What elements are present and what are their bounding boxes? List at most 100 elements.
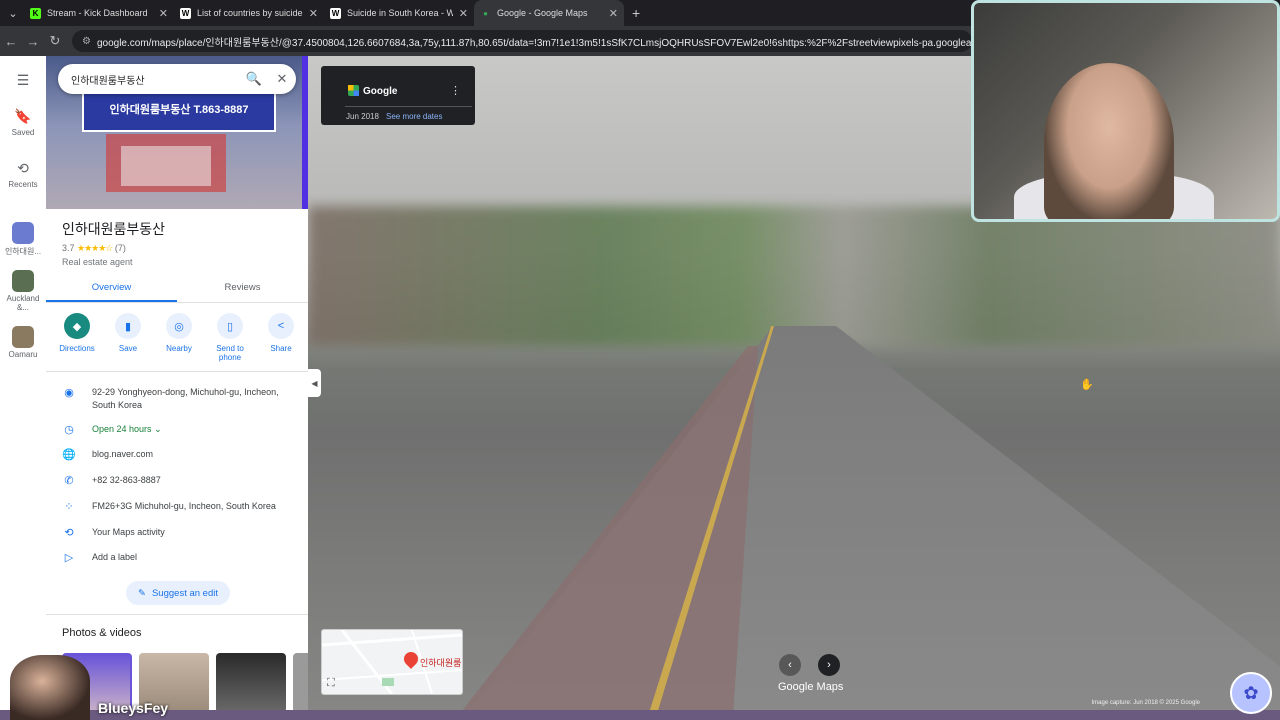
- button-label: Nearby: [166, 344, 192, 353]
- phone-text: +82 32-863-8887: [92, 475, 161, 485]
- send-to-phone-button[interactable]: ▯ Send to phone: [207, 313, 253, 362]
- place-panel: 인하대원룸부동산 T.863-8887 인하대원룸부동산 🔍 ✕ 인하대원룸부동…: [46, 56, 308, 720]
- review-count[interactable]: (7): [115, 243, 126, 253]
- phone-icon: ✆: [64, 475, 74, 487]
- new-tab-icon[interactable]: +: [632, 5, 640, 21]
- photos-heading: Photos & videos: [62, 627, 142, 639]
- hours-text: Open 24 hours: [92, 424, 152, 434]
- tab-title: Suicide in South Korea - Wikipe: [347, 8, 453, 18]
- close-icon[interactable]: ✕: [459, 7, 468, 20]
- google-maps-logo: Google Maps: [778, 681, 844, 693]
- recents-button[interactable]: ⟲ Recents: [0, 160, 46, 189]
- google-maps-icon: [348, 85, 359, 96]
- phone-icon: ▯: [217, 313, 243, 339]
- place-rating[interactable]: 3.7 ★★★★☆ (7): [62, 243, 126, 254]
- suggest-edit-button[interactable]: ✎ Suggest an edit: [126, 581, 230, 605]
- close-icon[interactable]: ✕: [159, 7, 168, 20]
- overlay-logo-icon: ✿: [1230, 672, 1272, 714]
- hand-cursor-icon: ✋: [1080, 379, 1094, 391]
- tab-google-maps[interactable]: ● Google - Google Maps ✕: [474, 0, 624, 26]
- phone-row[interactable]: ✆ +82 32-863-8887: [46, 474, 308, 487]
- saved-button[interactable]: 🔖 Saved: [0, 108, 46, 137]
- globe-icon: 🌐: [62, 449, 76, 461]
- next-arrow-icon[interactable]: ›: [818, 654, 840, 676]
- webcam-person: [1044, 63, 1174, 219]
- bookmark-icon: ▮: [115, 313, 141, 339]
- pluscode-text: FM26+3G Michuhol-gu, Incheon, South Kore…: [92, 501, 276, 511]
- kick-icon: K: [30, 7, 41, 19]
- tab-overview[interactable]: Overview: [46, 276, 177, 302]
- mini-map[interactable]: 인하대원룸 ⛶: [321, 629, 463, 695]
- label-icon: ▷: [64, 552, 74, 564]
- place-title: 인하대원룸부동산: [62, 221, 166, 237]
- photo-thumbnail[interactable]: [293, 653, 308, 713]
- storefront-window: [121, 146, 211, 186]
- site-info-icon[interactable]: ⚙: [82, 36, 91, 47]
- directions-button[interactable]: ◆ Directions: [54, 313, 100, 362]
- chevron-down-icon[interactable]: ⌄: [154, 424, 162, 434]
- hours-row[interactable]: ◷ Open 24 hours ⌄: [46, 423, 308, 436]
- recent-item-oamaru[interactable]: Oamaru: [0, 326, 46, 359]
- streamer-name: BlueysFey: [98, 700, 169, 716]
- recent-item-place[interactable]: 인하대원...: [0, 222, 46, 257]
- place-category[interactable]: Real estate agent: [62, 257, 133, 267]
- photo-thumbnail[interactable]: [216, 653, 286, 713]
- search-input[interactable]: 인하대원룸부동산: [71, 72, 240, 87]
- street-view-info-card: Google ⋮ Jun 2018 See more dates: [321, 66, 475, 125]
- collapse-panel-button[interactable]: ◀: [308, 369, 321, 397]
- pluscode-row[interactable]: ⁘ FM26+3G Michuhol-gu, Incheon, South Kor…: [46, 500, 308, 513]
- button-label: Directions: [59, 344, 95, 353]
- plus-code-icon: ⁘: [64, 501, 74, 513]
- url-field[interactable]: ⚙ google.com/maps/place/인하대원룸부동산/@37.450…: [72, 30, 972, 52]
- reload-icon[interactable]: ↻: [44, 33, 66, 49]
- webcam-overlay: [971, 0, 1280, 222]
- clock-icon: ◷: [64, 424, 74, 436]
- website-link[interactable]: blog.naver.com: [92, 448, 308, 461]
- capture-date: Jun 2018: [346, 112, 379, 121]
- tab-reviews[interactable]: Reviews: [177, 276, 308, 302]
- address-row[interactable]: ◉ 92-29 Yonghyeon-dong, Michuhol-gu, Inch…: [46, 386, 308, 411]
- search-box[interactable]: 인하대원룸부동산 🔍 ✕: [58, 64, 296, 94]
- star-rating-icon: ★★★★☆: [77, 243, 113, 253]
- taskbar: [0, 710, 1280, 720]
- tab-title: List of countries by suicide rate: [197, 8, 303, 18]
- see-more-dates-link[interactable]: See more dates: [386, 112, 442, 121]
- add-label-row[interactable]: ▷ Add a label: [46, 551, 308, 564]
- action-bar: ◆ Directions ▮ Save ◎ Nearby ▯ Send to phone…: [54, 313, 304, 362]
- close-icon[interactable]: ✕: [609, 7, 618, 20]
- url-text: google.com/maps/place/인하대원룸부동산/@37.45008…: [96, 37, 972, 49]
- tab-wiki-korea[interactable]: W Suicide in South Korea - Wikipe ✕: [324, 0, 474, 26]
- brand-label: Google: [363, 86, 398, 97]
- maps-activity-row[interactable]: ⟲ Your Maps activity: [46, 526, 308, 539]
- button-label: Send to phone: [216, 344, 244, 362]
- forward-icon[interactable]: →: [22, 34, 44, 49]
- history-icon: ⟲: [17, 160, 29, 176]
- previous-arrow-icon[interactable]: ‹: [779, 654, 801, 676]
- history-icon: ⟲: [64, 527, 74, 539]
- nearby-button[interactable]: ◎ Nearby: [156, 313, 202, 362]
- pencil-icon: ✎: [138, 587, 146, 599]
- divider: [46, 614, 308, 615]
- back-icon[interactable]: ←: [0, 34, 22, 49]
- save-button[interactable]: ▮ Save: [105, 313, 151, 362]
- recent-item-auckland[interactable]: Auckland &...: [0, 270, 46, 312]
- close-icon[interactable]: ✕: [268, 71, 296, 87]
- tab-wiki-list[interactable]: W List of countries by suicide rate ✕: [174, 0, 324, 26]
- close-icon[interactable]: ✕: [309, 7, 318, 20]
- search-icon[interactable]: 🔍: [240, 71, 268, 87]
- tab-search-icon[interactable]: ⌄: [2, 2, 24, 24]
- expand-icon[interactable]: ⛶: [327, 677, 335, 690]
- website-row[interactable]: 🌐 blog.naver.com: [46, 448, 308, 461]
- tab-kick[interactable]: K Stream - Kick Dashboard ✕: [24, 0, 174, 26]
- share-icon: <: [268, 313, 294, 339]
- map-pin-label: 인하대원룸: [420, 658, 462, 668]
- button-label: Share: [270, 344, 292, 353]
- menu-icon[interactable]: ☰: [0, 72, 46, 92]
- more-options-icon[interactable]: ⋮: [450, 84, 461, 97]
- recent-label: 인하대원...: [4, 247, 42, 256]
- street-view-scenery: [308, 206, 1280, 346]
- address-text: 92-29 Yonghyeon-dong, Michuhol-gu, Inche…: [92, 387, 279, 410]
- share-button[interactable]: < Share: [258, 313, 304, 362]
- label-text: Add a label: [92, 552, 138, 562]
- location-pin-icon: ◉: [64, 387, 74, 399]
